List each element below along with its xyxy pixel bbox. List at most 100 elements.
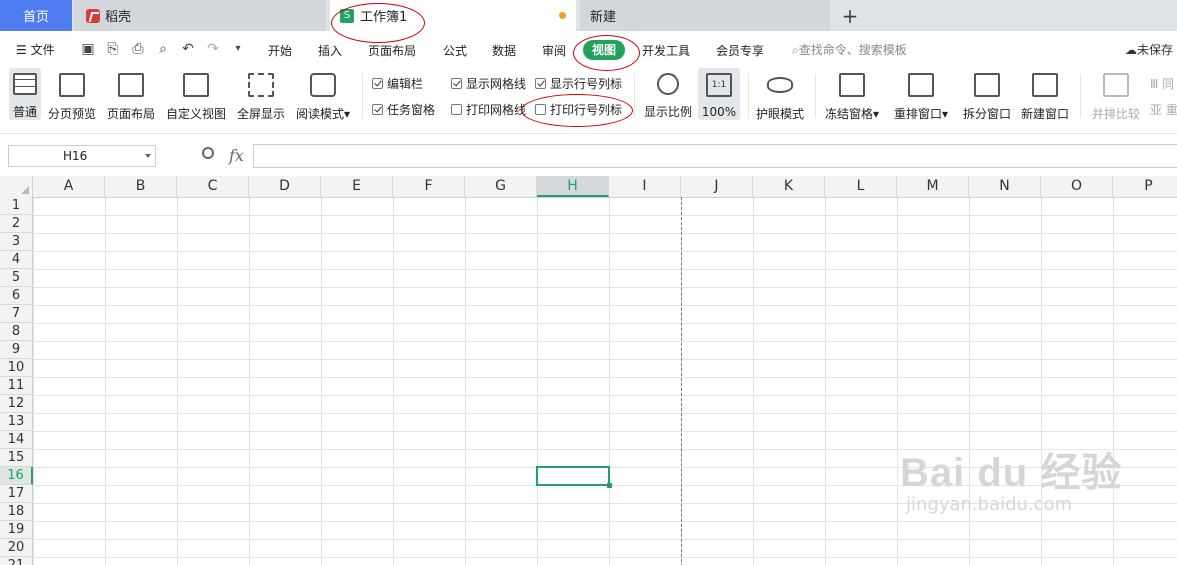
selected-cell[interactable] xyxy=(536,466,612,488)
page-layout-view-button[interactable]: 页面布局 xyxy=(107,68,155,122)
page-break-preview-button[interactable]: 分页预览 xyxy=(48,68,96,122)
annotation-circle-view xyxy=(573,35,640,71)
zoom-button[interactable]: 显示比例 xyxy=(644,68,692,120)
row-header-19[interactable]: 19 xyxy=(0,521,33,539)
arrange-window-button[interactable]: 重排窗口▾ xyxy=(894,68,948,122)
save-icon[interactable]: ▣ xyxy=(80,41,96,57)
command-search[interactable]: ⌕查找命令、搜索模板 xyxy=(792,41,907,58)
column-header-j[interactable]: J xyxy=(681,176,753,197)
search-icon: ⌕ xyxy=(792,43,799,57)
fullscreen-button[interactable]: 全屏显示 xyxy=(237,68,285,122)
menu-member[interactable]: 会员专享 xyxy=(716,42,764,59)
row-header-11[interactable]: 11 xyxy=(0,377,33,395)
eye-mode-button[interactable]: 护眼模式 xyxy=(756,68,804,122)
column-header-m[interactable]: M xyxy=(897,176,969,197)
fx-icon[interactable]: fx xyxy=(229,146,244,165)
show-headers-label: 显示行号列标 xyxy=(550,77,623,91)
show-headers-checkbox[interactable]: 显示行号列标 xyxy=(535,75,622,92)
row-header-7[interactable]: 7 xyxy=(0,305,33,323)
row-header-10[interactable]: 10 xyxy=(0,359,33,377)
row-header-3[interactable]: 3 xyxy=(0,233,33,251)
add-tab-button[interactable]: + xyxy=(836,0,864,31)
row-header-5[interactable]: 5 xyxy=(0,269,33,287)
task-pane-label: 任务窗格 xyxy=(387,103,436,117)
zoom-100-button[interactable]: 1:1 100% xyxy=(698,68,740,120)
show-gridlines-checkbox[interactable]: 显示网格线 xyxy=(451,75,526,92)
row-header-9[interactable]: 9 xyxy=(0,341,33,359)
row-header-14[interactable]: 14 xyxy=(0,431,33,449)
cloud-status[interactable]: ☁未保存 xyxy=(1125,41,1173,58)
row-header-4[interactable]: 4 xyxy=(0,251,33,269)
column-header-h[interactable]: H xyxy=(537,176,609,197)
row-header-20[interactable]: 20 xyxy=(0,539,33,557)
row-header-1[interactable]: 1 xyxy=(0,197,33,215)
show-gridlines-label: 显示网格线 xyxy=(466,77,527,91)
redo-icon[interactable]: ↷ xyxy=(205,41,221,57)
edit-bar-checkbox[interactable]: 编辑栏 xyxy=(372,75,423,92)
find-icon[interactable] xyxy=(202,147,214,159)
checkbox-checked-icon xyxy=(372,78,383,89)
column-header-e[interactable]: E xyxy=(321,176,393,197)
row-header-6[interactable]: 6 xyxy=(0,287,33,305)
column-header-o[interactable]: O xyxy=(1041,176,1113,197)
split-window-button[interactable]: 拆分窗口 xyxy=(963,68,1011,122)
menu-review[interactable]: 审阅 xyxy=(542,42,566,59)
menu-developer[interactable]: 开发工具 xyxy=(642,42,690,59)
tab-home[interactable]: 首页 xyxy=(0,0,72,31)
column-header-d[interactable]: D xyxy=(249,176,321,197)
task-pane-checkbox[interactable]: 任务窗格 xyxy=(372,101,435,118)
export-pdf-icon[interactable]: ⎘ xyxy=(105,41,121,57)
freeze-panes-button[interactable]: 冻结窗格▾ xyxy=(825,68,879,122)
file-menu[interactable]: ☰ 文件 xyxy=(16,41,55,58)
row-header-13[interactable]: 13 xyxy=(0,413,33,431)
menu-data[interactable]: 数据 xyxy=(492,42,516,59)
row-header-12[interactable]: 12 xyxy=(0,395,33,413)
column-header-g[interactable]: G xyxy=(465,176,537,197)
row-header-16[interactable]: 16 xyxy=(0,467,33,485)
menu-start[interactable]: 开始 xyxy=(268,42,292,59)
ribbon-divider xyxy=(1080,74,1081,118)
column-header-i[interactable]: I xyxy=(609,176,681,197)
column-header-c[interactable]: C xyxy=(177,176,249,197)
print-icon[interactable]: ⎙ xyxy=(130,41,146,57)
sync-scroll-button[interactable]: Ⅲ 同 xyxy=(1150,75,1174,92)
column-header-n[interactable]: N xyxy=(969,176,1041,197)
ribbon-divider xyxy=(362,74,363,118)
column-header-f[interactable]: F xyxy=(393,176,465,197)
normal-view-button[interactable]: 普通 xyxy=(9,68,41,120)
menu-formula[interactable]: 公式 xyxy=(443,42,467,59)
row-header-8[interactable]: 8 xyxy=(0,323,33,341)
reset-position-button[interactable]: 亚 重 xyxy=(1150,101,1177,118)
undo-icon[interactable]: ↶ xyxy=(180,41,196,57)
chevron-down-icon[interactable]: ▾ xyxy=(230,41,246,57)
menu-insert[interactable]: 插入 xyxy=(318,42,342,59)
eye-mode-label: 护眼模式 xyxy=(756,107,805,121)
select-all-corner[interactable] xyxy=(0,176,33,197)
arrange-window-label: 重排窗口▾ xyxy=(894,107,949,121)
row-header-15[interactable]: 15 xyxy=(0,449,33,467)
print-preview-icon[interactable]: ⌕ xyxy=(155,41,171,57)
column-header-k[interactable]: K xyxy=(753,176,825,197)
column-header-p[interactable]: P xyxy=(1113,176,1177,197)
compare-side-by-side-button[interactable]: 并排比较 xyxy=(1092,68,1140,122)
tab-daoke[interactable]: 稻壳 xyxy=(74,0,326,31)
custom-view-button[interactable]: 自定义视图 xyxy=(166,68,226,122)
formula-input[interactable] xyxy=(253,144,1177,168)
new-window-button[interactable]: 新建窗口 xyxy=(1021,68,1069,122)
checkbox-unchecked-icon xyxy=(451,104,462,115)
row-header-21[interactable]: 21 xyxy=(0,557,33,565)
print-gridlines-checkbox[interactable]: 打印网格线 xyxy=(451,101,526,118)
row-header-18[interactable]: 18 xyxy=(0,503,33,521)
column-header-l[interactable]: L xyxy=(825,176,897,197)
custom-view-icon xyxy=(183,73,209,97)
reading-mode-button[interactable]: 阅读模式▾ xyxy=(296,68,350,122)
name-box[interactable]: H16 xyxy=(8,145,156,167)
freeze-panes-label: 冻结窗格▾ xyxy=(825,107,880,121)
compare-label: 并排比较 xyxy=(1092,107,1141,121)
menu-page-layout[interactable]: 页面布局 xyxy=(368,42,416,59)
column-header-b[interactable]: B xyxy=(105,176,177,197)
row-header-2[interactable]: 2 xyxy=(0,215,33,233)
tab-new[interactable]: 新建 xyxy=(580,0,830,31)
column-header-a[interactable]: A xyxy=(33,176,105,197)
row-header-17[interactable]: 17 xyxy=(0,485,33,503)
